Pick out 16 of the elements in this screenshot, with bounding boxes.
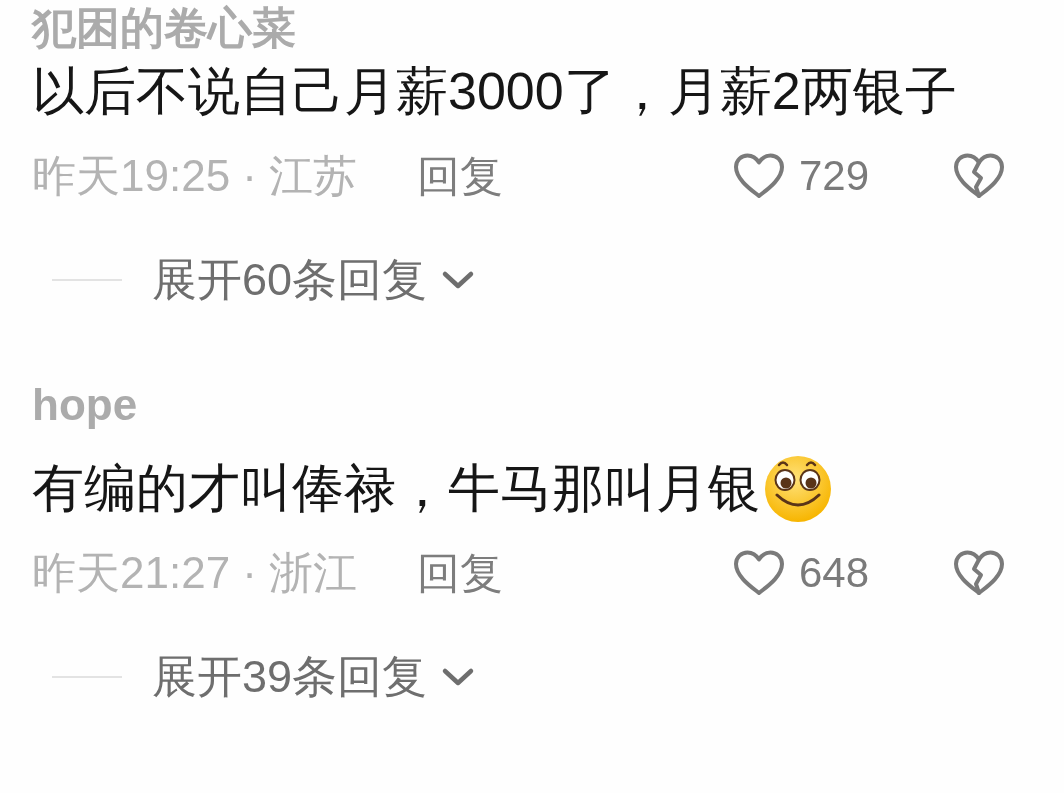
like-button[interactable]: 729: [732, 148, 869, 204]
comment-text: 以后不说自己月薪3000了，月薪2两银子: [32, 63, 957, 119]
comment-text: 有编的才叫俸禄，牛马那叫月银: [32, 460, 760, 516]
reply-button[interactable]: 回复: [417, 545, 504, 601]
expand-replies-button[interactable]: 展开60条回复: [152, 252, 476, 308]
dislike-button[interactable]: [953, 153, 1005, 199]
comment-meta: 昨天19:25 · 江苏: [32, 150, 358, 202]
chevron-down-icon: [441, 667, 476, 687]
dislike-button[interactable]: [953, 550, 1005, 596]
comment-meta: 昨天21:27 · 浙江: [32, 547, 358, 599]
commenter-name[interactable]: 犯困的卷心菜: [32, 0, 296, 56]
reply-button[interactable]: 回复: [417, 148, 504, 204]
expand-replies-button[interactable]: 展开39条回复: [152, 649, 476, 705]
chevron-down-icon: [441, 270, 476, 290]
like-button[interactable]: 648: [732, 545, 869, 601]
commenter-name[interactable]: hope: [32, 377, 138, 433]
